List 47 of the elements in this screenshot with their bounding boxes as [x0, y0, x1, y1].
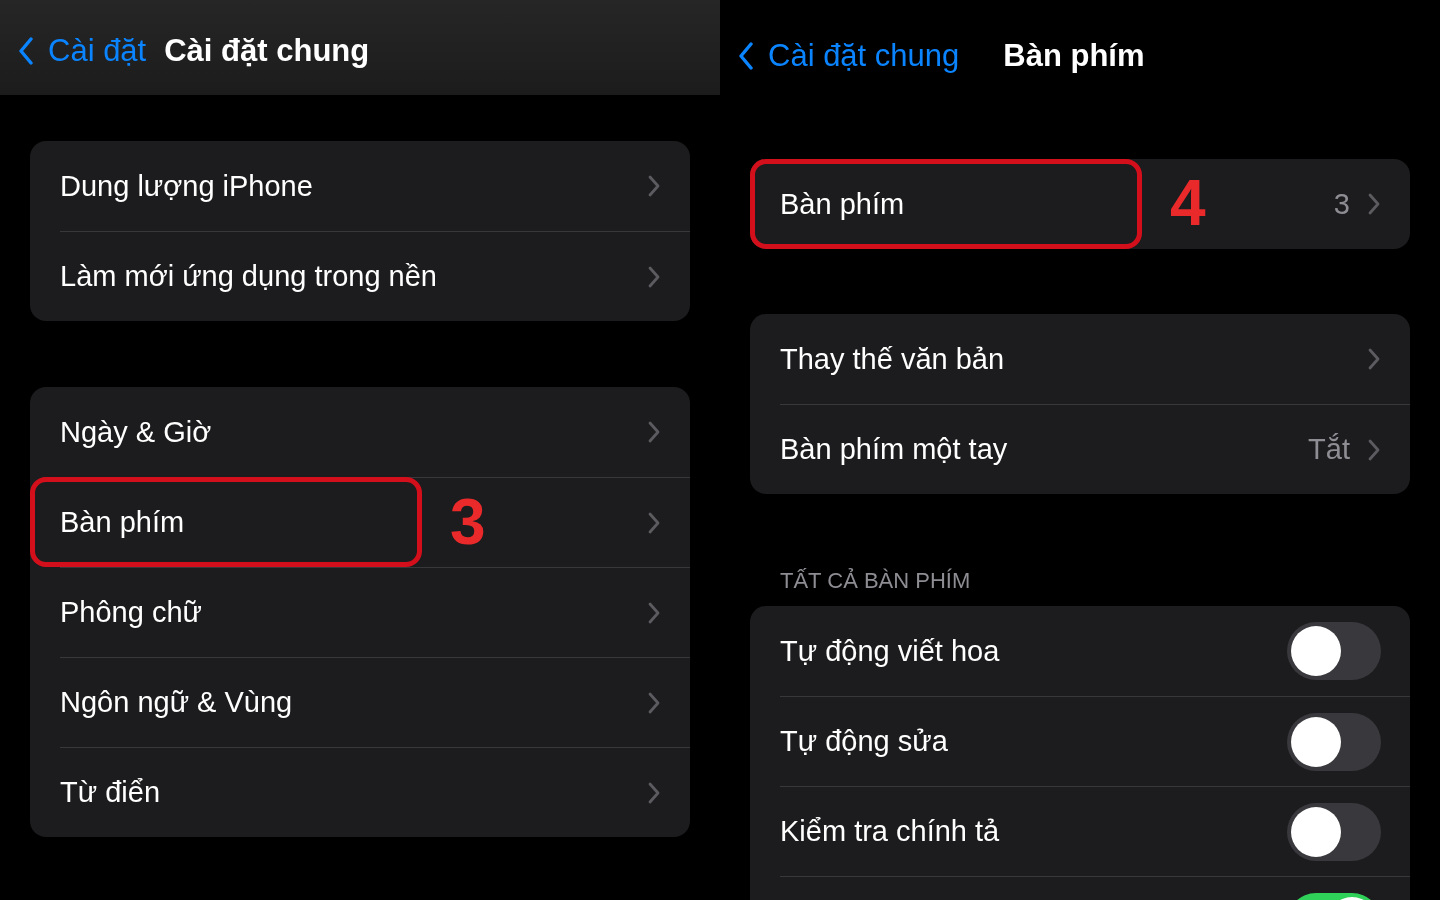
- row-label: Dung lượng iPhone: [60, 169, 313, 203]
- settings-row[interactable]: Ngày & Giờ: [60, 387, 690, 477]
- settings-row[interactable]: Thay thế văn bản: [780, 314, 1410, 404]
- row-label: Bàn phím: [780, 187, 905, 221]
- chevron-icon: [1368, 193, 1380, 215]
- step-number: 3: [450, 490, 486, 554]
- back-chevron-icon: [18, 36, 34, 65]
- chevron-icon: [648, 691, 660, 714]
- settings-row[interactable]: Bàn phím 3: [60, 477, 690, 567]
- row-label: Phông chữ: [60, 596, 202, 629]
- screen-title: Cài đặt chung: [164, 32, 370, 69]
- settings-row[interactable]: Từ điển: [60, 747, 690, 837]
- back-button[interactable]: Cài đặt: [18, 32, 147, 69]
- back-chevron-icon: [738, 41, 754, 70]
- row-label: Ngôn ngữ & Vùng: [60, 686, 293, 719]
- chevron-icon: [648, 265, 660, 288]
- settings-row[interactable]: Làm mới ứng dụng trong nền: [60, 231, 690, 321]
- screen-title: Bàn phím: [1003, 37, 1145, 74]
- settings-row[interactable]: Bàn phím một tay Tắt: [780, 404, 1410, 494]
- row-label: Tự động sửa: [780, 725, 948, 758]
- chevron-icon: [648, 601, 660, 624]
- row-value: 3: [1333, 187, 1350, 221]
- row-label: Bàn phím một tay: [780, 433, 1008, 466]
- step-number: 4: [1170, 171, 1206, 235]
- chevron-icon: [648, 781, 660, 804]
- row-label: Thay thế văn bản: [780, 342, 1005, 376]
- row-label: Ngày & Giờ: [60, 415, 212, 449]
- settings-row[interactable]: Phông chữ: [60, 567, 690, 657]
- row-label: Bàn phím: [60, 506, 185, 539]
- settings-row[interactable]: Ngôn ngữ & Vùng: [60, 657, 690, 747]
- row-label: Kiểm tra chính tả: [780, 815, 1000, 848]
- row-value: Tắt: [1308, 433, 1350, 466]
- chevron-icon: [648, 421, 660, 443]
- settings-row[interactable]: Kiểm tra chính tả: [780, 786, 1410, 876]
- settings-row[interactable]: Tự động sửa: [780, 696, 1410, 786]
- back-button[interactable]: Cài đặt chung: [738, 37, 960, 74]
- section-header: TẤT CẢ BÀN PHÍM: [780, 568, 972, 594]
- chevron-icon: [1368, 438, 1380, 461]
- settings-row[interactable]: Dung lượng iPhone: [60, 141, 690, 231]
- settings-row[interactable]: Bàn phím 4 3: [780, 159, 1410, 249]
- chevron-icon: [648, 175, 660, 197]
- chevron-icon: [648, 511, 660, 534]
- row-label: Làm mới ứng dụng trong nền: [60, 260, 437, 293]
- row-label: Từ điển: [60, 776, 160, 809]
- chevron-icon: [1368, 348, 1380, 370]
- settings-row[interactable]: Tự động viết hoa: [780, 606, 1410, 696]
- row-label: Tự động viết hoa: [780, 634, 1000, 668]
